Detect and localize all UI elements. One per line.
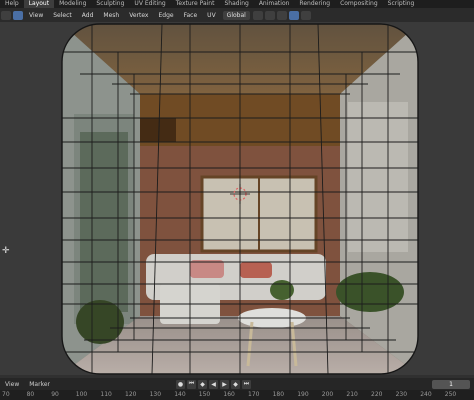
menu-help[interactable]: Help bbox=[0, 0, 24, 8]
jump-start-icon[interactable]: ⏮ bbox=[187, 379, 196, 389]
ruler-tick-label: 140 bbox=[174, 391, 186, 398]
menu-mesh[interactable]: Mesh bbox=[98, 12, 124, 19]
menu-add[interactable]: Add bbox=[77, 12, 99, 19]
move-cursor-icon: ✛ bbox=[2, 246, 10, 256]
workspace-tabs: Help Layout Modeling Sculpting UV Editin… bbox=[0, 0, 474, 8]
tab-uv-editing[interactable]: UV Editing bbox=[129, 0, 170, 8]
play-reverse-icon[interactable]: ◀ bbox=[209, 379, 218, 389]
tab-animation[interactable]: Animation bbox=[254, 0, 295, 8]
ruler-tick-label: 210 bbox=[346, 391, 358, 398]
ruler-tick-label: 70 bbox=[2, 391, 10, 398]
ruler-tick-label: 250 bbox=[444, 391, 457, 398]
editor-type-icon[interactable] bbox=[1, 10, 11, 20]
menu-view[interactable]: View bbox=[24, 12, 48, 19]
tab-scripting[interactable]: Scripting bbox=[383, 0, 420, 8]
current-frame-field[interactable]: 1 bbox=[432, 379, 470, 389]
snap-target-icon[interactable] bbox=[276, 10, 287, 20]
ruler-tick-label: 220 bbox=[371, 391, 383, 398]
transform-orientation-dropdown[interactable]: Global bbox=[222, 10, 250, 20]
ruler-tick-label: 130 bbox=[149, 391, 162, 398]
ruler-tick-label: 190 bbox=[297, 391, 309, 398]
ruler-tick-label: 180 bbox=[272, 391, 285, 398]
viewport[interactable]: ✛ bbox=[0, 22, 474, 375]
menu-face[interactable]: Face bbox=[179, 12, 203, 19]
menu-uv[interactable]: UV bbox=[202, 12, 221, 19]
tab-texture-paint[interactable]: Texture Paint bbox=[171, 0, 220, 8]
ruler-tick-label: 160 bbox=[223, 391, 235, 398]
vertex-select-icon[interactable] bbox=[13, 10, 23, 20]
prev-keyframe-icon[interactable]: ◆ bbox=[198, 379, 207, 389]
timeline-ruler[interactable]: 70 80 90 100 110 120 130 140 150 160 170 180 190 200 2… bbox=[0, 390, 474, 400]
play-icon[interactable]: ▶ bbox=[220, 379, 229, 389]
ruler-tick-label: 170 bbox=[248, 391, 260, 398]
ruler-tick-label: 110 bbox=[100, 391, 112, 398]
falloff-icon[interactable] bbox=[300, 10, 311, 20]
tab-layout[interactable]: Layout bbox=[23, 0, 55, 8]
timeline-header: View Marker ● ⏮ ◆ ◀ ▶ ◆ ⏭ 1 bbox=[0, 378, 474, 390]
viewport-scene bbox=[61, 23, 419, 375]
ruler-tick-label: 90 bbox=[51, 391, 59, 398]
ruler-tick-label: 80 bbox=[26, 391, 35, 398]
pivot-icon[interactable] bbox=[252, 10, 263, 20]
ruler-tick-label: 100 bbox=[75, 391, 88, 398]
ruler-tick-label: 120 bbox=[125, 391, 137, 398]
menu-edge[interactable]: Edge bbox=[153, 12, 178, 19]
ruler-tick-label: 230 bbox=[395, 391, 408, 398]
next-keyframe-icon[interactable]: ◆ bbox=[231, 379, 240, 389]
tab-sculpting[interactable]: Sculpting bbox=[91, 0, 129, 8]
tab-rendering[interactable]: Rendering bbox=[294, 0, 335, 8]
timeline-menu-marker[interactable]: Marker bbox=[24, 381, 55, 388]
tab-shading[interactable]: Shading bbox=[219, 0, 253, 8]
snap-icon[interactable] bbox=[264, 10, 275, 20]
viewport-header: View Select Add Mesh Vertex Edge Face UV… bbox=[0, 8, 474, 22]
playback-controls: ● ⏮ ◆ ◀ ▶ ◆ ⏭ bbox=[175, 379, 252, 389]
record-icon[interactable]: ● bbox=[176, 379, 185, 389]
ruler-tick-label: 150 bbox=[198, 391, 211, 398]
ruler-tick-label: 240 bbox=[420, 391, 432, 398]
tab-modeling[interactable]: Modeling bbox=[54, 0, 91, 8]
jump-end-icon[interactable]: ⏭ bbox=[242, 379, 251, 389]
ruler-tick-label: 200 bbox=[321, 391, 334, 398]
timeline-menu-view[interactable]: View bbox=[0, 381, 24, 388]
menu-select[interactable]: Select bbox=[48, 12, 77, 19]
tab-compositing[interactable]: Compositing bbox=[335, 0, 383, 8]
menu-vertex[interactable]: Vertex bbox=[124, 12, 153, 19]
proportional-edit-icon[interactable] bbox=[288, 10, 299, 20]
